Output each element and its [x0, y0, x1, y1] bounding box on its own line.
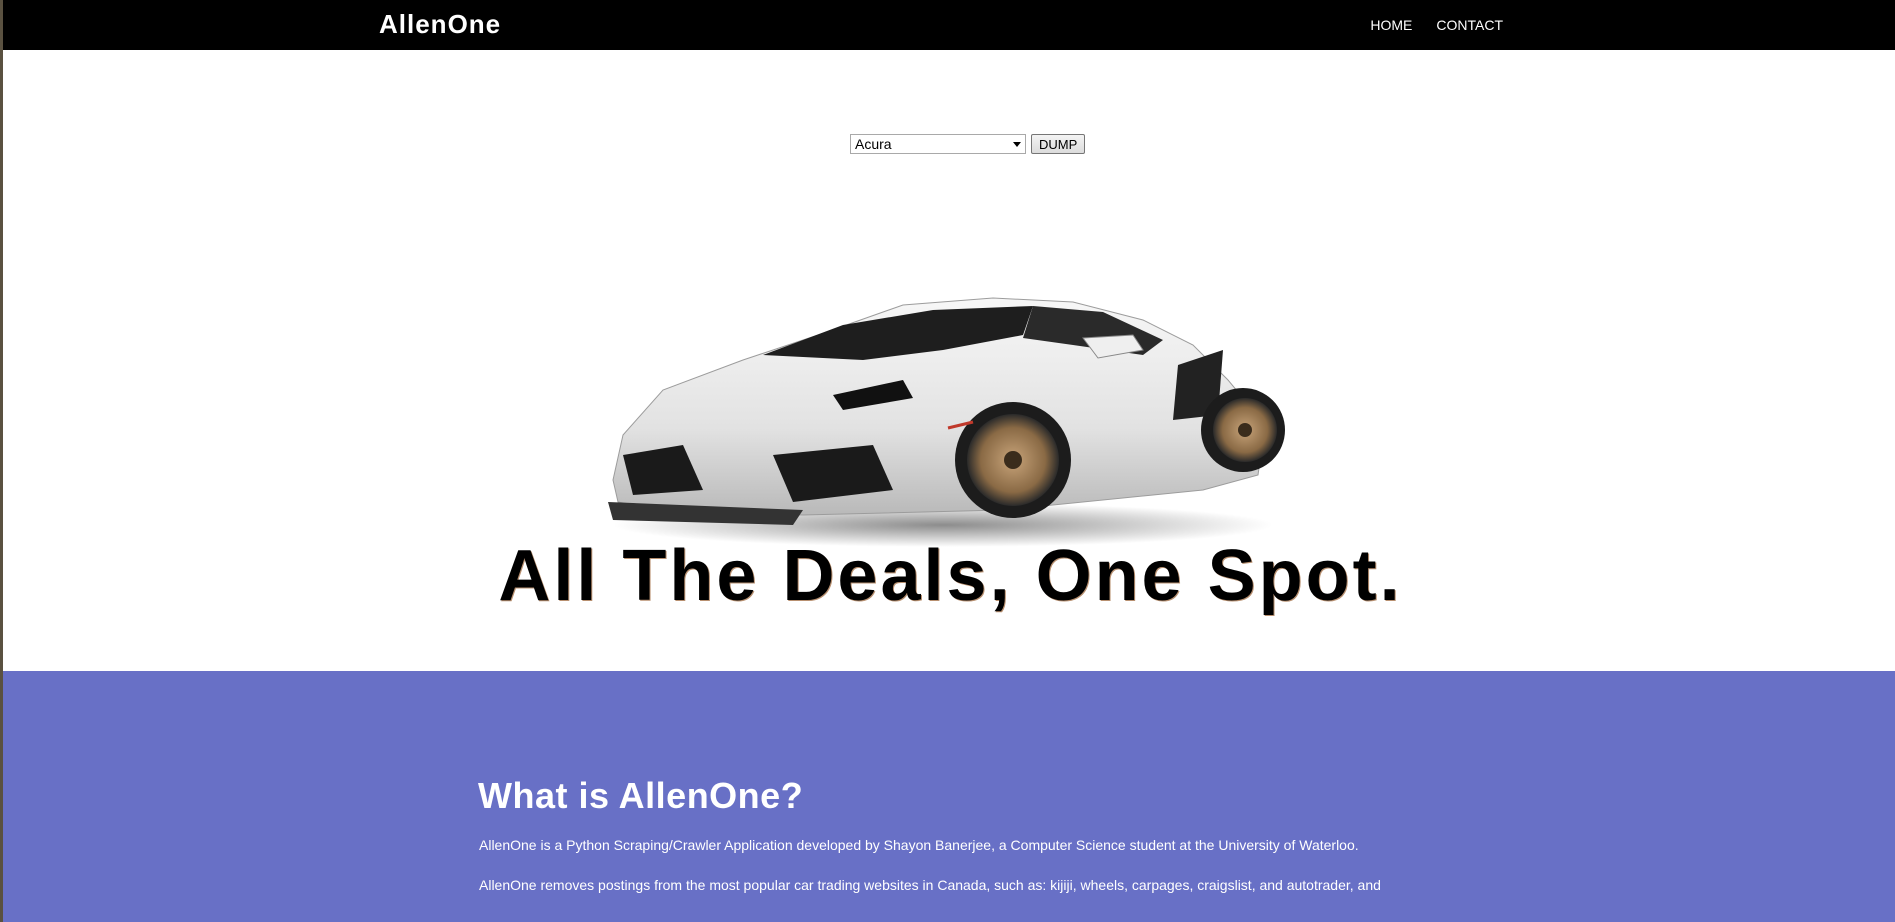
chevron-down-icon — [1013, 142, 1021, 147]
nav-links: HOME CONTACT — [1370, 17, 1503, 33]
about-paragraph-2: AllenOne removes postings from the most … — [479, 877, 1381, 893]
nav-link-home[interactable]: HOME — [1370, 17, 1412, 33]
sports-car-image — [608, 297, 1285, 547]
page: AllenOne HOME CONTACT Acura DUMP All The… — [0, 0, 1895, 922]
hero-section: Acura DUMP All The Deals, One Spot. — [3, 50, 1895, 671]
about-section: What is AllenOne? AllenOne is a Python S… — [3, 671, 1895, 922]
car-make-selected-value: Acura — [855, 136, 892, 152]
about-paragraph-1: AllenOne is a Python Scraping/Crawler Ap… — [479, 837, 1359, 853]
scrape-controls: Acura DUMP — [850, 134, 1086, 154]
brand-logo[interactable]: AllenOne — [379, 9, 501, 40]
hero-tagline: All The Deals, One Spot. — [498, 536, 1403, 616]
about-title: What is AllenOne? — [478, 775, 804, 816]
top-navbar: AllenOne HOME CONTACT — [3, 0, 1895, 50]
dump-button[interactable]: DUMP — [1031, 134, 1086, 154]
nav-link-contact[interactable]: CONTACT — [1436, 17, 1503, 33]
car-make-select[interactable]: Acura — [850, 134, 1026, 154]
